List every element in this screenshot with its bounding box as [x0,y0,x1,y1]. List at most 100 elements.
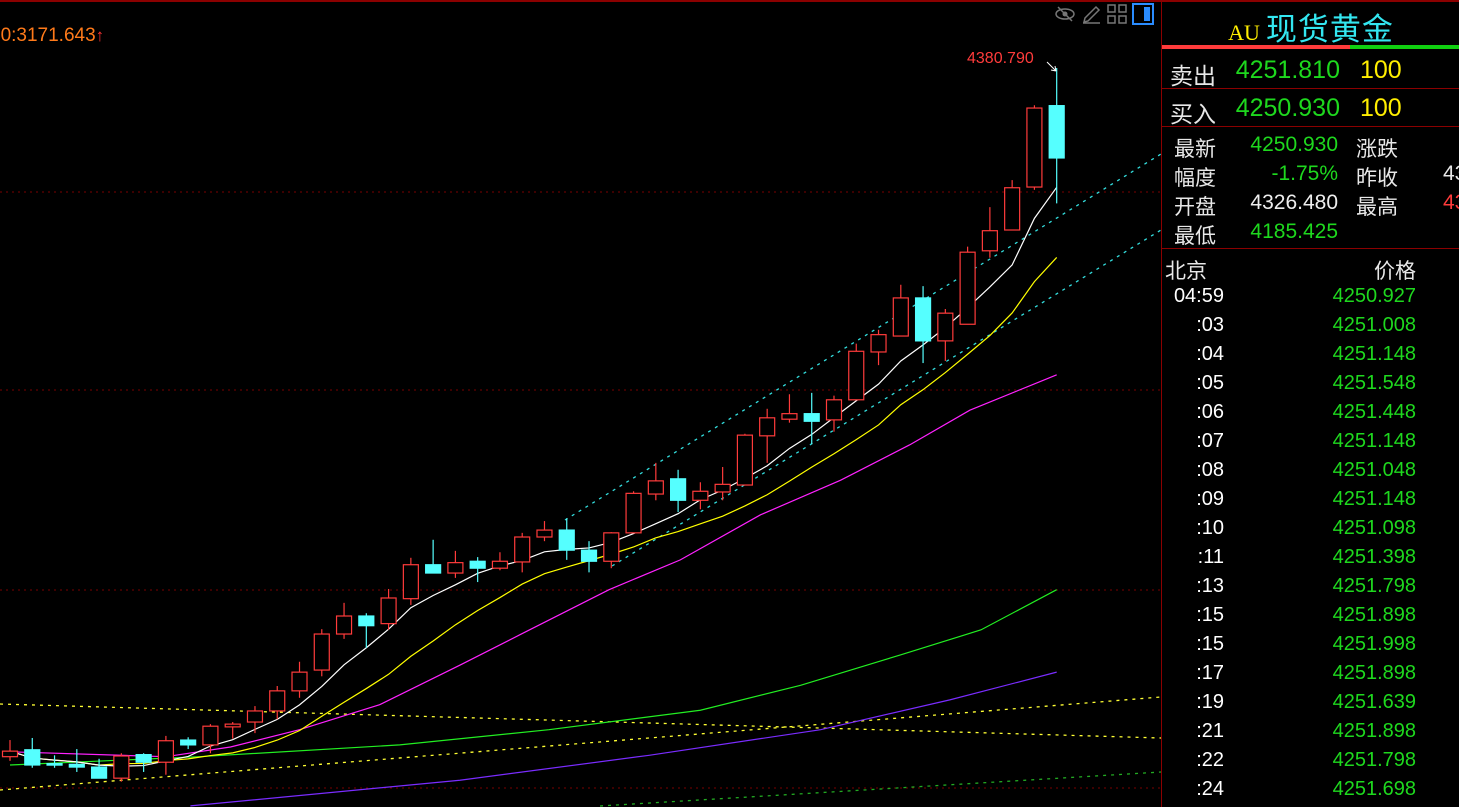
candle-body [90,766,108,779]
candle [135,753,152,772]
ticks-header-price: 价格 [1374,260,1416,283]
ma120-line [190,671,1057,807]
candle-body [291,671,308,692]
candle [469,557,486,583]
buy-ratio-bar [1350,45,1459,49]
channel-line-lower[interactable] [611,229,1161,567]
draw-pencil-icon[interactable] [1080,3,1102,25]
candle-body [625,492,642,534]
candle [113,753,130,782]
candle [781,394,798,423]
ma-readout-value: 40:3171.643 [0,25,96,46]
tick-row: :06 4251.448 [1162,401,1459,430]
tick-time: :15 [1196,604,1224,626]
tick-price: 4251.098 [1332,517,1416,539]
stat-value: 4185.425 [1250,220,1338,243]
candle [870,329,887,366]
ma-readout: 40:3171.643↑ [0,25,104,47]
hide-icon[interactable] [1054,3,1076,25]
candle-body [536,529,553,538]
tick-row: :17 4251.898 [1162,662,1459,691]
tick-price: 4251.639 [1332,691,1416,713]
band-line-green [599,771,1161,807]
candles [1,67,1065,782]
ticks-header-time: 北京 [1165,260,1207,283]
stat-value: 43 [1443,162,1459,185]
stat-value: 4326.480 [1250,191,1338,214]
candle-body [180,739,197,746]
candle [180,737,197,750]
tick-time: :08 [1196,459,1224,481]
tick-row: :04 4251.148 [1162,343,1459,372]
candle-body [113,755,130,779]
candle-body [469,560,486,569]
tick-time: :24 [1196,778,1224,800]
candle-body [959,251,976,325]
candle [536,521,553,542]
high-price-marker: 4380.790 [967,50,1034,67]
instrument-code: AU [1228,20,1260,45]
candle [937,309,954,361]
tick-row: :08 4251.048 [1162,459,1459,488]
candle [313,629,330,677]
candle [24,737,41,768]
sell-ratio-bar [1162,45,1350,49]
candle-body [202,725,219,746]
tick-time: :13 [1196,575,1224,597]
chart-toolbar [1054,3,1154,25]
tick-price: 4251.048 [1332,459,1416,481]
kline-chart[interactable]: 40:3171.643↑ 4380.790 [0,0,1161,807]
candle [1004,180,1021,231]
candlestick-plot[interactable] [0,0,1161,807]
sell-price: 4251.810 [1235,56,1340,84]
stat-label: 涨跌 [1356,138,1398,161]
candle [803,392,820,445]
candle [914,286,932,364]
high-arrow-icon [1046,61,1057,72]
candle-body [1026,107,1043,188]
tick-row: :05 4251.548 [1162,372,1459,401]
candle [736,433,754,486]
candle-body [224,723,241,728]
candle-body [714,483,731,493]
channel-line-upper[interactable] [564,153,1161,521]
candle [580,541,598,573]
up-arrow-icon: ↑ [95,26,105,45]
tick-time: :11 [1197,546,1224,568]
candle [269,686,286,720]
candle-body [447,562,464,574]
tick-time: :09 [1196,488,1224,510]
candle-body [402,564,419,600]
candle-body [246,710,264,723]
panel-toggle-icon[interactable] [1132,3,1154,25]
candle-body [157,740,174,763]
candle-body [269,690,286,712]
moving-averages [9,186,1058,807]
candle-body [803,413,820,422]
candle [981,207,998,258]
candle-body [335,615,353,635]
ma20-line [9,374,1057,758]
candle [848,343,865,401]
candle [647,462,664,501]
tick-row: :10 4251.098 [1162,517,1459,546]
candle [1,740,19,761]
candle-body [558,529,575,551]
candle [491,552,509,571]
candle-body [937,312,954,342]
candle [692,482,709,510]
tick-row: :07 4251.148 [1162,430,1459,459]
candle [291,661,308,698]
candle [425,539,442,574]
ma5-line [9,186,1058,767]
tick-time: 04:59 [1173,285,1224,307]
candle-body [135,754,152,763]
band-line-upper [0,703,1161,739]
tick-price: 4251.998 [1332,633,1416,655]
candle [447,550,464,578]
candle [246,706,264,734]
candle [402,557,419,605]
candle [625,491,642,534]
grid-layout-icon[interactable] [1106,3,1128,25]
buy-volume: 100 [1360,94,1402,122]
